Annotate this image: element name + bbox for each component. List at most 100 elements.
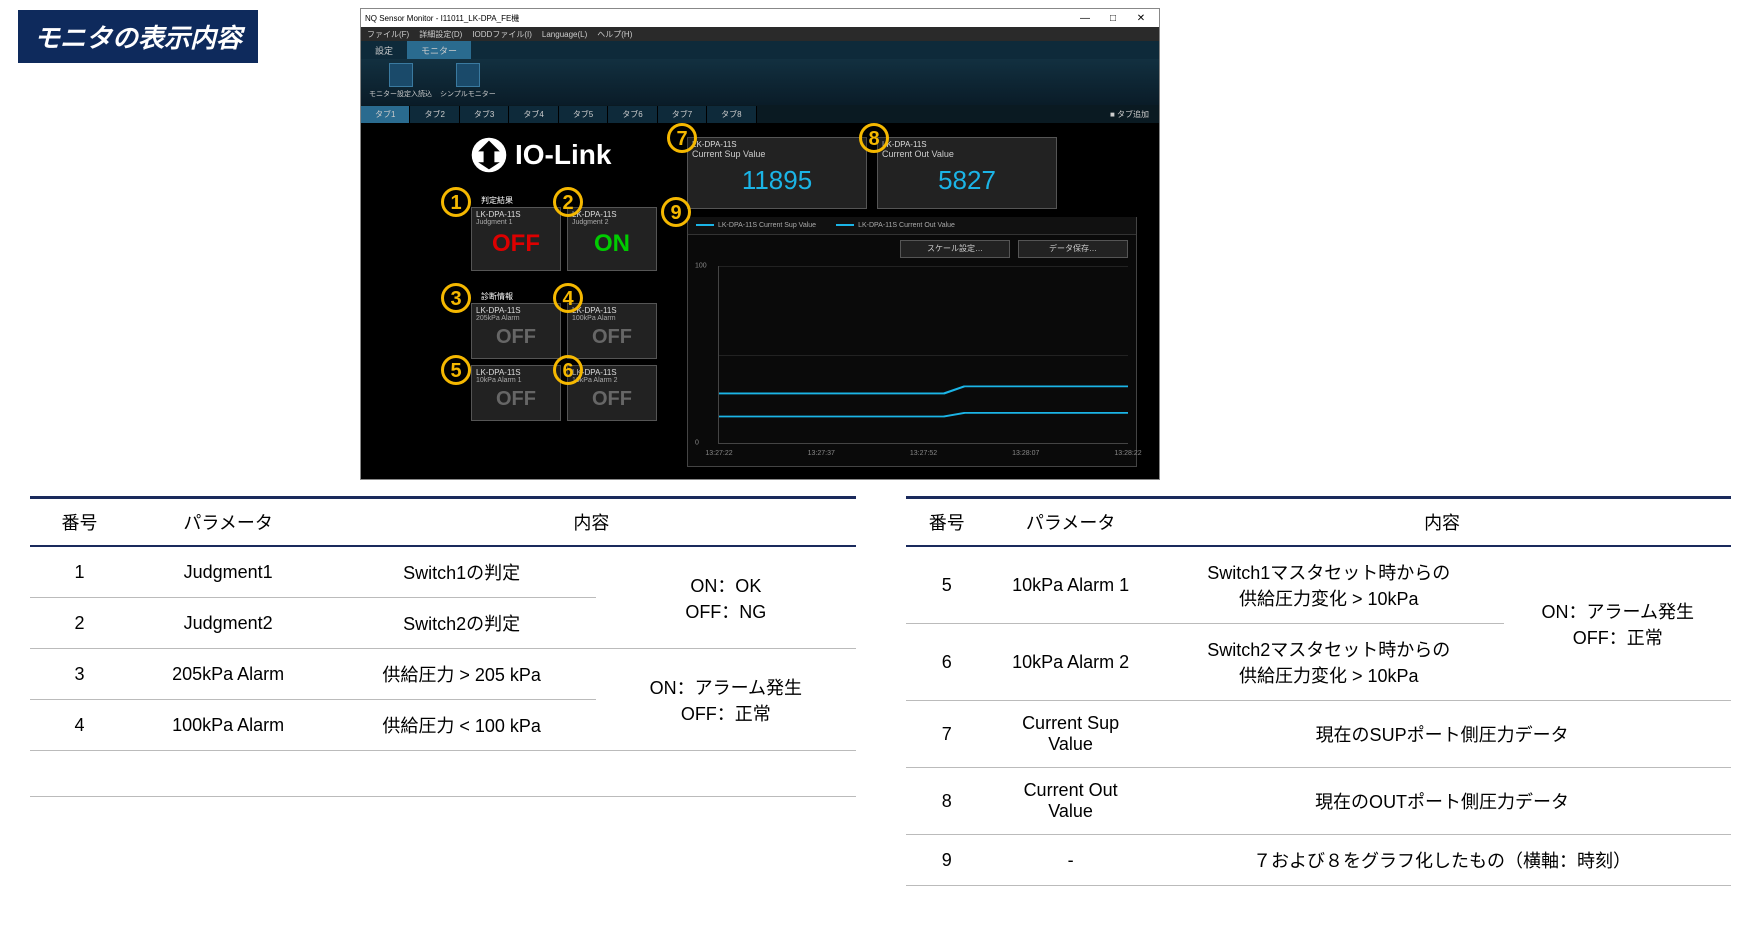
iolink-logo: IO-Link xyxy=(471,137,611,173)
tab-add-button[interactable]: ■ タブ追加 xyxy=(1100,106,1159,123)
panel-judgment2: LK-DPA-11S Judgment 2 ON xyxy=(567,207,657,271)
panel-value: 11895 xyxy=(692,159,862,202)
panel-sub: 10kPa Alarm 2 xyxy=(572,377,652,384)
panel-model: LK-DPA-11S xyxy=(572,368,652,377)
panel-value: OFF xyxy=(476,384,556,415)
panel-sub: 10kPa Alarm 1 xyxy=(476,377,556,384)
window-maximize-button[interactable]: □ xyxy=(1099,13,1127,24)
ribbon-tab-monitor[interactable]: モニター xyxy=(407,41,471,59)
content-area: IO-Link 判定結果 診断情報 LK-DPA-11S Judgment 1 … xyxy=(361,123,1159,479)
page-title: モニタの表示内容 xyxy=(18,10,258,63)
ribbon-tabs: 設定 モニター xyxy=(361,41,1159,59)
panel-sub: 100kPa Alarm xyxy=(572,315,652,322)
callout-8: 8 xyxy=(859,123,889,153)
panel-model: LK-DPA-11S xyxy=(572,210,652,219)
y-tick: 100 xyxy=(695,263,707,270)
panel-current-out: LK-DPA-11S Current Out Value 5827 xyxy=(877,137,1057,209)
app-window: NQ Sensor Monitor - I11011_LK-DPA_FE機 — … xyxy=(360,8,1160,480)
th-no: 番号 xyxy=(30,498,129,547)
x-tick: 13:27:52 xyxy=(910,450,937,457)
tab-strip: タブ1 タブ2 タブ3 タブ4 タブ5 タブ6 タブ7 タブ8 ■ タブ追加 xyxy=(361,105,1159,123)
panel-model: LK-DPA-11S xyxy=(476,210,556,219)
panel-model: LK-DPA-11S xyxy=(882,140,1052,149)
th-no: 番号 xyxy=(906,498,989,547)
panel-title: Current Out Value xyxy=(882,149,1052,159)
ribbon-item-load[interactable]: モニター設定入読込 xyxy=(369,63,432,99)
callout-5: 5 xyxy=(441,355,471,385)
chart-lines-icon xyxy=(719,266,1128,443)
menu-help[interactable]: ヘルプ(H) xyxy=(597,29,632,40)
panel-model: LK-DPA-11S xyxy=(476,306,556,315)
callout-3: 3 xyxy=(441,283,471,313)
titlebar: NQ Sensor Monitor - I11011_LK-DPA_FE機 — … xyxy=(361,9,1159,27)
simple-monitor-icon xyxy=(456,63,480,87)
ribbon-item-label: シンプルモニター xyxy=(440,89,496,99)
panel-sub: 205kPa Alarm xyxy=(476,315,556,322)
tab-1[interactable]: タブ1 xyxy=(361,106,410,123)
callout-9: 9 xyxy=(661,197,691,227)
window-title: NQ Sensor Monitor - I11011_LK-DPA_FE機 xyxy=(365,13,519,24)
section-diag-label: 診断情報 xyxy=(481,291,513,302)
legend-1: LK-DPA-11S Current Sup Value xyxy=(696,222,816,229)
x-tick: 13:27:22 xyxy=(705,450,732,457)
ribbon-item-simple[interactable]: シンプルモニター xyxy=(440,63,496,99)
x-tick: 13:27:37 xyxy=(808,450,835,457)
table-row: 7 Current Sup Value 現在のSUPポート側圧力データ xyxy=(906,701,1732,768)
tables-wrap: 番号 パラメータ 内容 1 Judgment1 Switch1の判定 ON：OK… xyxy=(30,496,1731,886)
panel-diag1: LK-DPA-11S 205kPa Alarm OFF xyxy=(471,303,561,359)
table-row: 9 - ７および８をグラフ化したもの（横軸：時刻） xyxy=(906,835,1732,886)
callout-1: 1 xyxy=(441,187,471,217)
panel-sub: Judgment 2 xyxy=(572,219,652,226)
tab-5[interactable]: タブ5 xyxy=(559,106,608,123)
param-table-right: 番号 パラメータ 内容 5 10kPa Alarm 1 Switch1マスタセッ… xyxy=(906,496,1732,886)
iolink-text: IO-Link xyxy=(515,139,611,171)
scale-settings-button[interactable]: スケール設定… xyxy=(900,240,1010,258)
table-row: 8 Current Out Value 現在のOUTポート側圧力データ xyxy=(906,768,1732,835)
th-desc: 内容 xyxy=(327,498,855,547)
x-tick: 13:28:07 xyxy=(1012,450,1039,457)
panel-value: OFF xyxy=(476,322,556,353)
menu-file[interactable]: ファイル(F) xyxy=(367,29,409,40)
panel-value: ON xyxy=(572,226,652,262)
panel-value: 5827 xyxy=(882,159,1052,202)
menu-iodd[interactable]: IODDファイル(I) xyxy=(472,29,532,40)
tab-6[interactable]: タブ6 xyxy=(608,106,657,123)
callout-7: 7 xyxy=(667,123,697,153)
data-save-button[interactable]: データ保存… xyxy=(1018,240,1128,258)
tab-4[interactable]: タブ4 xyxy=(509,106,558,123)
chart-legend: LK-DPA-11S Current Sup Value LK-DPA-11S … xyxy=(688,217,1136,235)
panel-judgment1: LK-DPA-11S Judgment 1 OFF xyxy=(471,207,561,271)
menu-language[interactable]: Language(L) xyxy=(542,30,587,39)
panel-sub: Judgment 1 xyxy=(476,219,556,226)
ribbon-body: モニター設定入読込 シンプルモニター xyxy=(361,59,1159,105)
section-judgment-label: 判定結果 xyxy=(481,195,513,206)
th-desc: 内容 xyxy=(1153,498,1731,547)
tab-2[interactable]: タブ2 xyxy=(410,106,459,123)
th-param: パラメータ xyxy=(988,498,1153,547)
table-row xyxy=(30,751,856,797)
tab-8[interactable]: タブ8 xyxy=(707,106,756,123)
panel-diag3: LK-DPA-11S 10kPa Alarm 1 OFF xyxy=(471,365,561,421)
panel-model: LK-DPA-11S xyxy=(476,368,556,377)
panel-model: LK-DPA-11S xyxy=(572,306,652,315)
table-row: 1 Judgment1 Switch1の判定 ON：OK OFF：NG xyxy=(30,546,856,598)
window-close-button[interactable]: ✕ xyxy=(1127,13,1155,24)
callout-4: 4 xyxy=(553,283,583,313)
callout-2: 2 xyxy=(553,187,583,217)
panel-diag2: LK-DPA-11S 100kPa Alarm OFF xyxy=(567,303,657,359)
tab-3[interactable]: タブ3 xyxy=(460,106,509,123)
table-row: 3 205kPa Alarm 供給圧力 > 205 kPa ON：アラーム発生 … xyxy=(30,649,856,700)
chart-box: LK-DPA-11S Current Sup Value LK-DPA-11S … xyxy=(687,217,1137,467)
monitor-load-icon xyxy=(389,63,413,87)
ribbon-tab-settings[interactable]: 設定 xyxy=(361,41,407,59)
callout-6: 6 xyxy=(553,355,583,385)
panel-title: Current Sup Value xyxy=(692,149,862,159)
panel-current-sup: LK-DPA-11S Current Sup Value 11895 xyxy=(687,137,867,209)
tab-7[interactable]: タブ7 xyxy=(658,106,707,123)
legend-2: LK-DPA-11S Current Out Value xyxy=(836,222,955,229)
window-minimize-button[interactable]: — xyxy=(1071,13,1099,24)
th-param: パラメータ xyxy=(129,498,327,547)
param-table-left: 番号 パラメータ 内容 1 Judgment1 Switch1の判定 ON：OK… xyxy=(30,496,856,797)
menu-detail[interactable]: 詳細設定(D) xyxy=(419,29,462,40)
ribbon-item-label: モニター設定入読込 xyxy=(369,89,432,99)
